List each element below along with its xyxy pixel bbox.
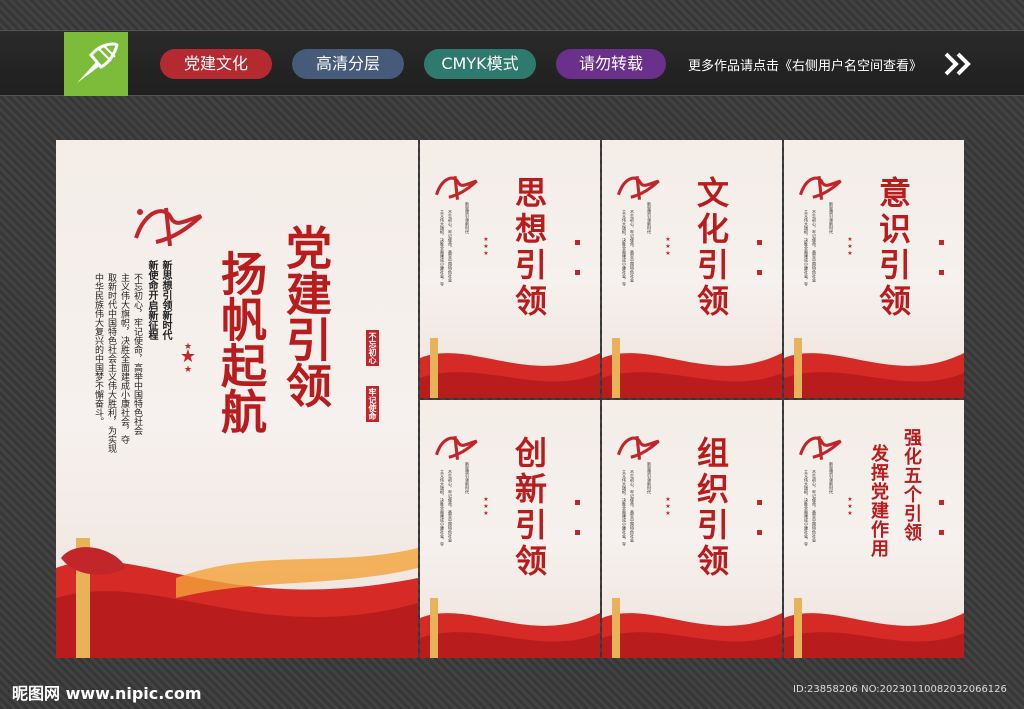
china-dream-logo-icon (434, 436, 478, 460)
double-chevron-right-icon[interactable] (944, 52, 972, 76)
seal-mark (757, 240, 762, 245)
body-line-1: 不忘初心，牢记使命，高举中国特色社会 (132, 273, 142, 435)
china-dream-logo-icon (798, 436, 842, 460)
body-text: 不忘初心，牢记使命，高举中国特色社会 (448, 210, 453, 282)
body-text: 不忘初心，牢记使命，高举中国特色社会 (812, 470, 817, 542)
sub-heading-2: 新使命开启新征程 (146, 260, 157, 340)
red-ribbon-wave (602, 338, 782, 398)
more-works-hint[interactable]: 更多作品请点击《右侧用户名空间查看》 (688, 55, 922, 74)
poster-organization: 不忘初心，牢记使命，高举中国特色社会 主义伟大旗帜，决胜全面建成小康社会，夺 新… (602, 400, 782, 658)
body-text: 主义伟大旗帜，决胜全面建成小康社会，夺 (440, 470, 445, 546)
seal-mark (575, 270, 580, 275)
body-line-2: 主义伟大旗帜，决胜全面建成小康社会，夺 (119, 273, 129, 444)
sub-heading: 新思想引领新时代 (647, 462, 652, 494)
seal-mark (939, 500, 944, 505)
seal-mark (939, 240, 944, 245)
body-text: 主义伟大旗帜，决胜全面建成小康社会，夺 (622, 470, 627, 546)
red-ribbon-wave (784, 338, 964, 398)
red-ribbon-wave (56, 538, 418, 658)
seal-mark (575, 530, 580, 535)
sub-heading: 新思想引领新时代 (647, 202, 652, 234)
china-dream-logo-icon (798, 176, 842, 200)
tag-party-culture[interactable]: 党建文化 (160, 49, 272, 79)
body-text: 不忘初心，牢记使命，高举中国特色社会 (812, 210, 817, 282)
body-text: 主义伟大旗帜，决胜全面建成小康社会，夺 (804, 210, 809, 286)
star-decoration: ★ ★ ★ (483, 496, 489, 517)
seal-mark (757, 270, 762, 275)
poster-five-leads: 不忘初心，牢记使命，高举中国特色社会 主义伟大旗帜，决胜全面建成小康社会，夺 新… (784, 400, 964, 658)
seal-mark (939, 530, 944, 535)
tag-cmyk[interactable]: CMYK模式 (424, 49, 536, 79)
seal-mark (575, 240, 580, 245)
sub-heading: 新思想引领新时代 (465, 462, 470, 494)
tag-no-repost[interactable]: 请勿转载 (556, 49, 666, 79)
main-title-2: 扬帆起航 (214, 250, 268, 434)
tag-hd-layers[interactable]: 高清分层 (292, 49, 404, 79)
body-text: 不忘初心，牢记使命，高举中国特色社会 (630, 470, 635, 542)
main-title-1: 党建引领 (279, 224, 333, 408)
seal-2: 牢记使命 (366, 386, 379, 422)
poster-title-2: 发挥党建作用 (868, 444, 889, 558)
china-dream-logo-icon (434, 176, 478, 200)
star-decoration: ★ ★ ★ (179, 342, 197, 375)
star-decoration: ★ ★ ★ (665, 496, 671, 517)
china-dream-logo-icon (616, 176, 660, 200)
pen-logo-icon (77, 42, 119, 83)
poster-innovation: 不忘初心，牢记使命，高举中国特色社会 主义伟大旗帜，决胜全面建成小康社会，夺 新… (420, 400, 600, 658)
star-decoration: ★ ★ ★ (665, 236, 671, 257)
poster-culture: 不忘初心，牢记使命，高举中国特色社会 主义伟大旗帜，决胜全面建成小康社会，夺 新… (602, 140, 782, 398)
poster-awareness: 不忘初心，牢记使命，高举中国特色社会 主义伟大旗帜，决胜全面建成小康社会，夺 新… (784, 140, 964, 398)
body-text: 不忘初心，牢记使命，高举中国特色社会 (630, 210, 635, 282)
seal-mark (757, 530, 762, 535)
body-text: 主义伟大旗帜，决胜全面建成小康社会，夺 (622, 210, 627, 286)
seal-mark (939, 270, 944, 275)
main-poster: 新思想引领新时代 新使命开启新征程 不忘初心，牢记使命，高举中国特色社会 主义伟… (56, 140, 418, 658)
poster-title: 思想引领 (510, 176, 548, 320)
red-ribbon-wave (420, 338, 600, 398)
poster-thought: 不忘初心，牢记使命，高举中国特色社会 主义伟大旗帜，决胜全面建成小康社会，夺 新… (420, 140, 600, 398)
red-ribbon-wave (420, 598, 600, 658)
poster-title: 意识引领 (874, 176, 912, 320)
poster-title: 文化引领 (692, 176, 730, 320)
body-text: 主义伟大旗帜，决胜全面建成小康社会，夺 (440, 210, 445, 286)
seal-mark (757, 500, 762, 505)
watermark-site: 昵图网 www.nipic.com (12, 684, 202, 703)
star-decoration: ★ ★ ★ (847, 236, 853, 257)
logo (64, 32, 128, 96)
body-line-3: 取新时代中国特色社会主义伟大胜利，为实现 (106, 273, 116, 453)
body-line-4: 中华民族伟大复兴的中国梦不懈奋斗。 (93, 273, 103, 426)
china-dream-logo-icon (616, 436, 660, 460)
body-text: 不忘初心，牢记使命，高举中国特色社会 (448, 470, 453, 542)
seal-mark (575, 500, 580, 505)
star-decoration: ★ ★ ★ (847, 496, 853, 517)
china-dream-logo-icon (134, 207, 203, 247)
star-decoration: ★ ★ ★ (483, 236, 489, 257)
seal-1: 不忘初心 (366, 330, 379, 366)
sub-heading: 新思想引领新时代 (465, 202, 470, 234)
poster-title-1: 强化五个引领 (901, 428, 922, 542)
image-id: ID:23858206 NO:20230110082032066126 (793, 684, 1007, 695)
poster-title: 组织引领 (692, 436, 730, 580)
red-ribbon-wave (784, 598, 964, 658)
sub-heading: 新思想引领新时代 (829, 462, 834, 494)
body-text: 主义伟大旗帜，决胜全面建成小康社会，夺 (804, 470, 809, 546)
poster-title: 创新引领 (510, 436, 548, 580)
red-ribbon-wave (602, 598, 782, 658)
sub-heading-1: 新思想引领新时代 (160, 260, 171, 340)
sub-heading: 新思想引领新时代 (829, 202, 834, 234)
